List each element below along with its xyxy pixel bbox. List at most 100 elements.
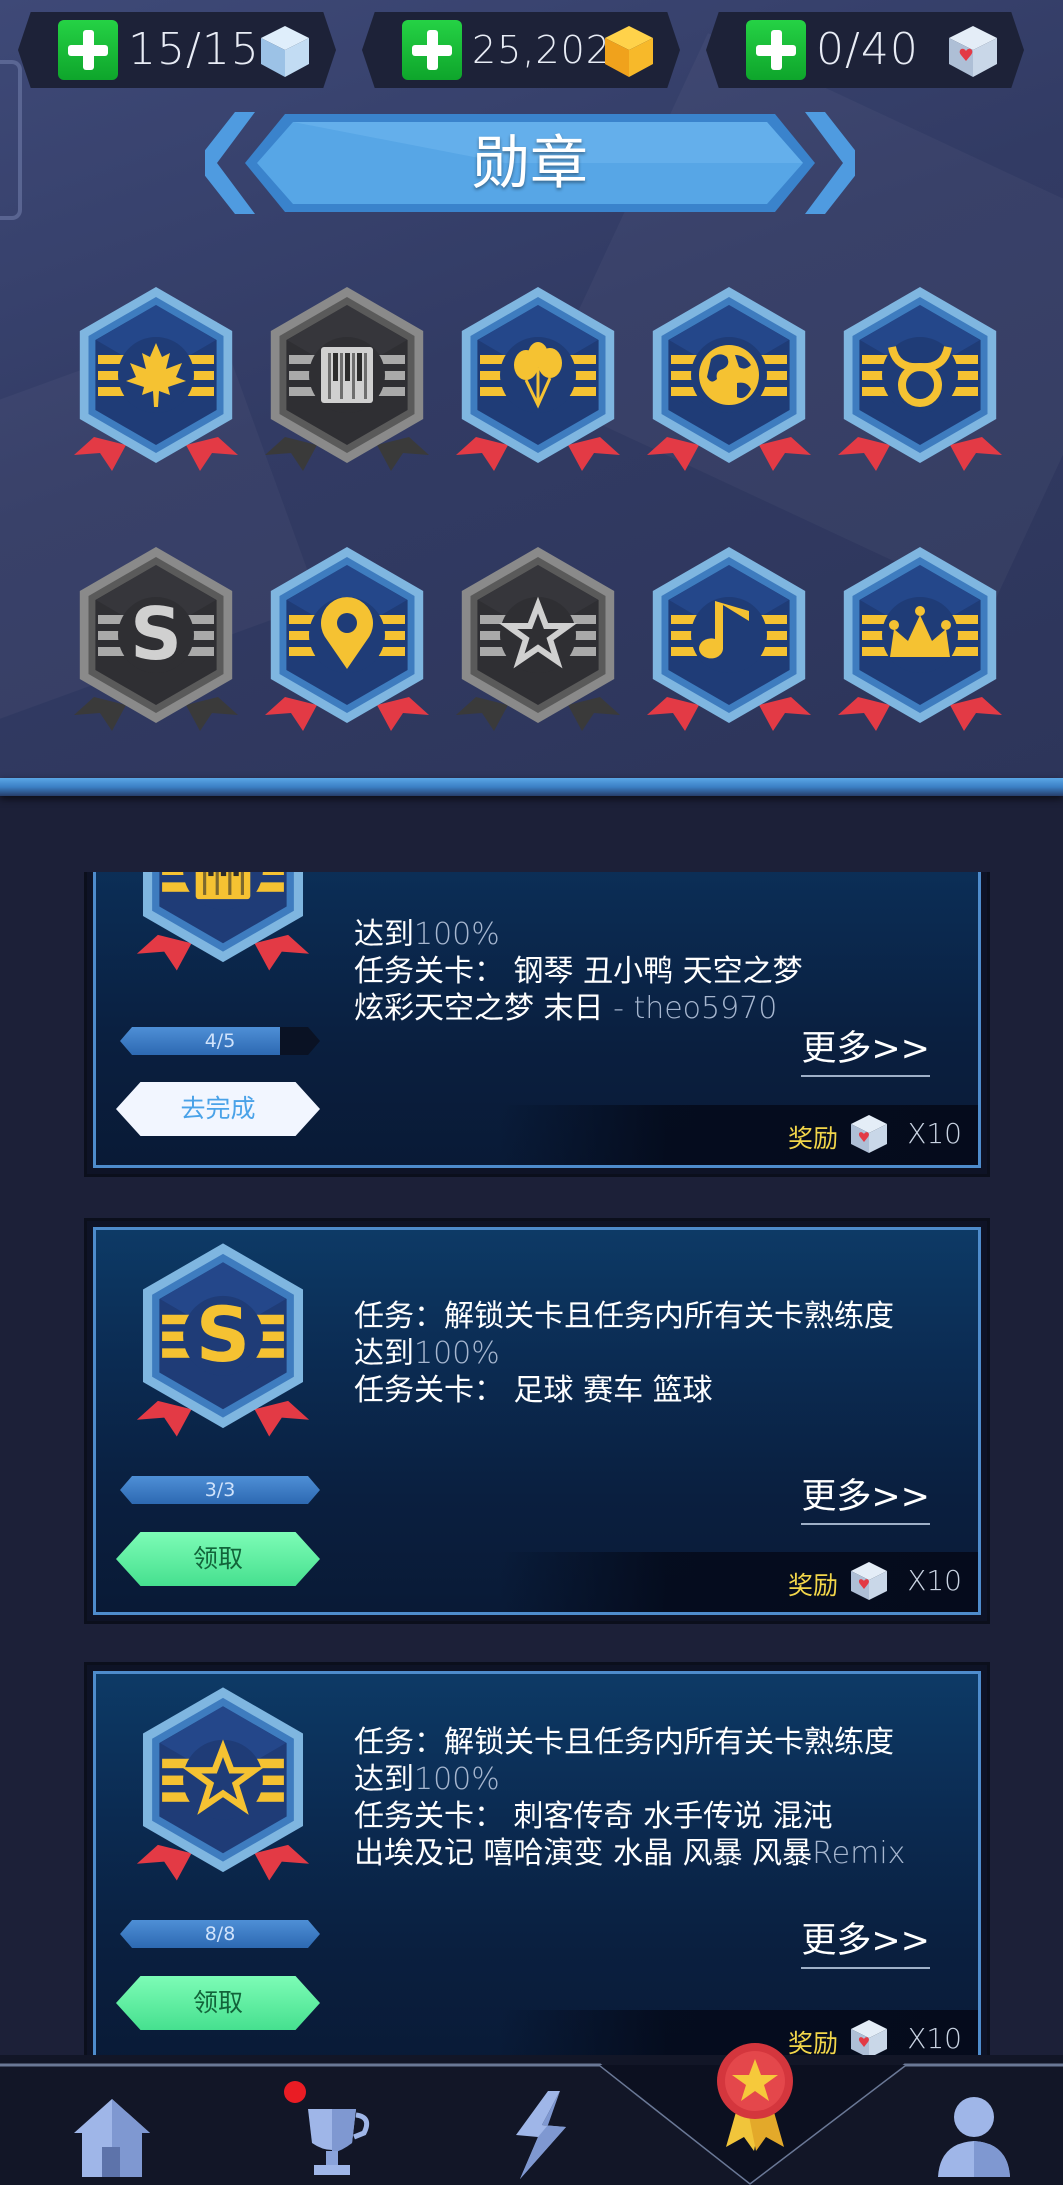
mission-line: 出埃及记 嘻哈演变 水晶 风暴 风暴Remix xyxy=(354,1835,905,1872)
more-link[interactable]: 更多>> xyxy=(801,1912,930,1969)
medal-jester-hat[interactable] xyxy=(830,540,1010,740)
reward-strip: 奖励 X10 xyxy=(498,1552,978,1612)
mission-line-text: 达到 xyxy=(354,917,414,952)
medal-location-pin[interactable] xyxy=(257,540,437,740)
heart-cube-icon xyxy=(851,1115,887,1153)
mission-line-text: 任务关卡： 足球 赛车 篮球 xyxy=(354,1373,713,1408)
medal-star[interactable] xyxy=(448,540,628,740)
mission-line-text: 任务关卡： 钢琴 丑小鸭 天空之梦 xyxy=(354,954,803,989)
mission-card-frame: S 任务：解锁关卡且任务内所有关卡熟练度 达到100% 任务关卡： 足球 赛车 篮球… xyxy=(93,1227,981,1615)
nav-home[interactable] xyxy=(62,2085,162,2185)
mission-card: 任务：解锁关卡且任务内所有关卡熟练度 达到100% 任务关卡： 刺客传奇 水手传说 … xyxy=(84,1662,990,2062)
mission-line-value: - theo5970 xyxy=(613,991,778,1026)
claim-button[interactable]: 领取 xyxy=(116,1532,320,1586)
mission-card: S 任务：解锁关卡且任务内所有关卡熟练度 达到100% 任务关卡： 足球 赛车 篮球… xyxy=(84,1218,990,1624)
mission-progress-bar: 8/8 xyxy=(120,1920,320,1948)
more-link[interactable]: 更多>> xyxy=(801,1020,930,1077)
heart-cube-icon xyxy=(949,26,997,77)
currency-energy: 15/15 xyxy=(18,12,336,88)
medal-globe[interactable] xyxy=(639,280,819,480)
mission-card-frame: 达到100% 任务关卡： 钢琴 丑小鸭 天空之梦 炫彩天空之梦 末日 - theo5… xyxy=(93,872,981,1168)
star-icon xyxy=(456,547,620,731)
mission-line: 任务：解锁关卡且任务内所有关卡熟练度 xyxy=(354,1724,905,1761)
mission-medal xyxy=(128,872,318,980)
mission-line-value: 100% xyxy=(414,1762,500,1797)
nav-profile[interactable] xyxy=(920,2085,1020,2185)
nav-levels[interactable] xyxy=(490,2085,590,2185)
profile-icon xyxy=(938,2097,1010,2177)
svg-text:S: S xyxy=(130,592,182,676)
energy-value: 15/15 xyxy=(128,24,260,75)
music-note-icon xyxy=(647,547,811,731)
mission-description: 任务：解锁关卡且任务内所有关卡熟练度 达到100% 任务关卡： 刺客传奇 水手传说 … xyxy=(354,1724,905,1872)
gold-value: 25,202 xyxy=(472,28,611,72)
progress-text: 3/3 xyxy=(204,1479,236,1501)
maple-leaf-icon xyxy=(74,287,238,471)
page-title: 勋章 xyxy=(471,129,588,197)
medal-taurus[interactable] xyxy=(830,280,1010,480)
lightning-icon xyxy=(516,2091,566,2179)
nav-medals[interactable] xyxy=(700,2035,810,2155)
mission-medal: S xyxy=(128,1236,318,1446)
location-pin-icon xyxy=(265,547,429,731)
mission-line-value: 100% xyxy=(414,917,500,952)
home-icon xyxy=(74,2099,150,2177)
mission-progress-bar: 3/3 xyxy=(120,1476,320,1504)
nav-trophy[interactable] xyxy=(280,2081,380,2185)
mission-list[interactable]: 达到100% 任务关卡： 钢琴 丑小鸭 天空之梦 炫彩天空之梦 末日 - theo5… xyxy=(0,872,1063,2062)
add-gold-button[interactable] xyxy=(402,20,462,80)
balloons-icon xyxy=(456,287,620,471)
mission-card-frame: 任务：解锁关卡且任务内所有关卡熟练度 达到100% 任务关卡： 刺客传奇 水手传说 … xyxy=(93,1671,981,2062)
mission-medal xyxy=(128,1680,318,1890)
notification-badge xyxy=(284,2081,306,2103)
mission-line: 任务关卡： 足球 赛车 篮球 xyxy=(354,1372,894,1409)
mission-description: 任务：解锁关卡且任务内所有关卡熟练度 达到100% 任务关卡： 足球 赛车 篮球 xyxy=(354,1298,894,1409)
mission-line: 任务关卡： 钢琴 丑小鸭 天空之梦 xyxy=(354,953,803,990)
piano-icon xyxy=(136,872,310,971)
star-icon xyxy=(136,1687,310,1881)
medal-balloons[interactable] xyxy=(448,280,628,480)
go-complete-button[interactable]: 去完成 xyxy=(116,1082,320,1136)
reward-quantity: X10 xyxy=(907,2022,962,2055)
mission-line-text: 出埃及记 嘻哈演变 水晶 风暴 风暴 xyxy=(354,1836,813,1871)
mission-line-text: 任务：解锁关卡且任务内所有关卡熟练度 xyxy=(354,1725,894,1760)
mission-progress-bar: 4/5 xyxy=(120,1027,320,1055)
taurus-icon xyxy=(838,287,1002,471)
mission-line: 达到100% xyxy=(354,1761,905,1798)
medal-piano[interactable] xyxy=(257,280,437,480)
progress-text: 4/5 xyxy=(204,1030,236,1052)
currency-gold: 25,202 xyxy=(362,12,680,88)
side-drawer-handle[interactable] xyxy=(0,60,22,220)
piano-icon xyxy=(265,287,429,471)
reward-label: 奖励 xyxy=(787,1571,838,1600)
mission-line-text: 任务：解锁关卡且任务内所有关卡熟练度 xyxy=(354,1299,894,1334)
bottom-navigation xyxy=(0,2043,1063,2185)
svg-text:S: S xyxy=(196,1291,250,1379)
heart-cube-icon xyxy=(851,2020,887,2058)
mission-card: 达到100% 任务关卡： 钢琴 丑小鸭 天空之梦 炫彩天空之梦 末日 - theo5… xyxy=(84,872,990,1177)
add-energy-button[interactable] xyxy=(58,20,118,80)
medal-music-note[interactable] xyxy=(639,540,819,740)
add-hearts-button[interactable] xyxy=(746,20,806,80)
letter-s-icon: S xyxy=(74,547,238,731)
mission-line-value: 100% xyxy=(414,1336,500,1371)
mission-line-text: 达到 xyxy=(354,1762,414,1797)
currency-hearts: 0/40 xyxy=(706,12,1024,88)
mission-line-text: 达到 xyxy=(354,1336,414,1371)
energy-cube-icon xyxy=(261,26,309,77)
medal-letter-s[interactable]: S xyxy=(66,540,246,740)
hearts-value: 0/40 xyxy=(816,24,919,75)
gold-cube-icon xyxy=(605,26,653,77)
reward-strip: 奖励 X10 xyxy=(498,1105,978,1165)
more-link[interactable]: 更多>> xyxy=(801,1468,930,1525)
heart-cube-icon xyxy=(851,1562,887,1600)
medal-maple-leaf[interactable] xyxy=(66,280,246,480)
mission-line: 达到100% xyxy=(354,1335,894,1372)
jester-hat-icon xyxy=(838,547,1002,731)
claim-button[interactable]: 领取 xyxy=(116,1976,320,2030)
medal-panel: 15/15 25,202 0/40 勋章 S xyxy=(0,0,1063,780)
mission-line: 达到100% xyxy=(354,916,803,953)
mission-line: 任务关卡： 刺客传奇 水手传说 混沌 xyxy=(354,1798,905,1835)
progress-text: 8/8 xyxy=(204,1923,236,1945)
mission-line-text: 炫彩天空之梦 末日 xyxy=(354,991,614,1026)
